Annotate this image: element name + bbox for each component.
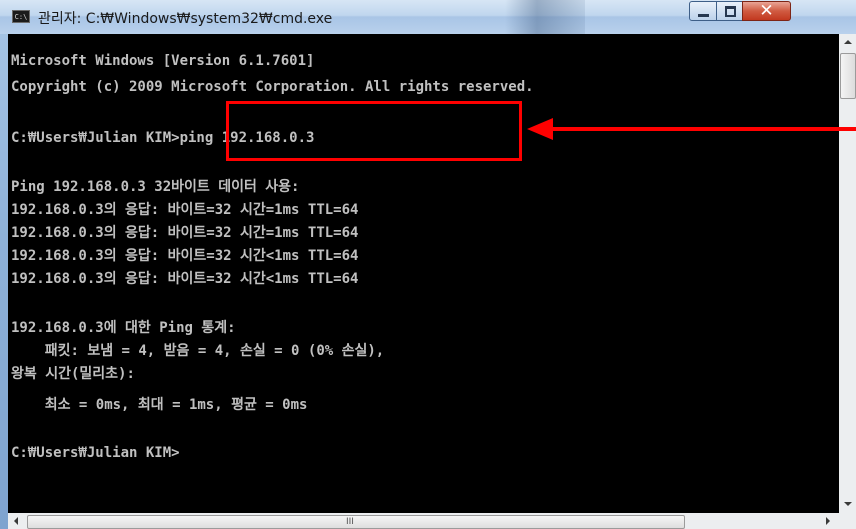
scroll-right-icon[interactable] [819, 513, 836, 529]
console-line: Ping 192.168.0.3 32바이트 데이터 사용: [11, 179, 300, 195]
annotation-arrow-icon [527, 118, 553, 140]
close-button[interactable]: ✕ [742, 1, 791, 21]
scroll-down-icon[interactable] [839, 496, 856, 513]
maximize-icon [725, 6, 736, 17]
console-line: 192.168.0.3의 응답: 바이트=32 시간=1ms TTL=64 [11, 202, 359, 218]
console-line: 패킷: 보냄 = 4, 받음 = 4, 손실 = 0 (0% 손실), [11, 343, 385, 359]
window-title: 관리자: C:₩Windows₩system32₩cmd.exe [38, 11, 333, 27]
minimize-icon [698, 14, 709, 17]
annotation-arrow-shaft [551, 127, 856, 131]
console-line: 왕복 시간(밀리초): [11, 366, 135, 382]
cmd-window: C:\ 관리자: C:₩Windows₩system32₩cmd.exe ✕ M… [0, 0, 856, 529]
horizontal-scroll-thumb[interactable]: III [27, 515, 685, 529]
vertical-scroll-thumb[interactable] [840, 53, 856, 99]
console-line: Copyright (c) 2009 Microsoft Corporation… [11, 79, 534, 95]
console-prompt[interactable]: C:₩Users₩Julian KIM> [11, 443, 180, 463]
minimize-button[interactable] [689, 1, 717, 21]
vertical-scrollbar[interactable] [839, 34, 856, 513]
horizontal-scrollbar[interactable]: III [8, 513, 856, 529]
title-bar[interactable]: C:\ 관리자: C:₩Windows₩system32₩cmd.exe ✕ [0, 0, 856, 34]
scroll-up-icon[interactable] [839, 34, 856, 51]
console-line: 192.168.0.3의 응답: 바이트=32 시간<1ms TTL=64 [11, 248, 359, 264]
highlight-box [226, 101, 522, 161]
scroll-grip-icon: III [346, 517, 354, 527]
title-bar-glass [505, 0, 585, 34]
maximize-button[interactable] [716, 1, 743, 21]
console-line: 192.168.0.3의 응답: 바이트=32 시간<1ms TTL=64 [11, 271, 359, 287]
console-line: 192.168.0.3의 응답: 바이트=32 시간=1ms TTL=64 [11, 225, 359, 241]
console-line: 최소 = 0ms, 최대 = 1ms, 평균 = 0ms [11, 397, 308, 413]
scroll-left-icon[interactable] [8, 513, 25, 529]
console-line: 192.168.0.3에 대한 Ping 통계: [11, 320, 236, 336]
console-line: Microsoft Windows [Version 6.1.7601] [11, 53, 315, 69]
cmd-app-icon[interactable]: C:\ [12, 10, 30, 23]
close-icon: ✕ [759, 1, 774, 21]
